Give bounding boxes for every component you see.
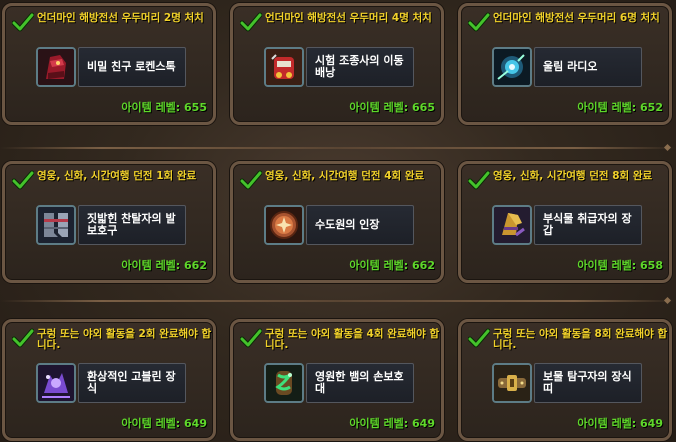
item-name: 울림 라디오 — [543, 60, 598, 73]
checkmark-icon — [468, 170, 490, 190]
item-name: 비밀 친구 로켄스톡 — [87, 60, 176, 73]
row-divider-1 — [0, 147, 676, 149]
requirement-text: 영웅, 신화, 시간여행 던전 1회 완료 — [37, 170, 197, 182]
item-name-box[interactable]: 시험 조종사의 이동 배낭 — [306, 47, 414, 87]
item-name-box[interactable]: 짓밟힌 찬탈자의 발보호구 — [78, 205, 186, 245]
reward-card[interactable]: 영웅, 신화, 시간여행 던전 8회 완료부식물 취급자의 장갑아이템 레벨: … — [458, 161, 672, 283]
item-name: 짓밟힌 찬탈자의 발보호구 — [87, 212, 176, 237]
item-name-box[interactable]: 보물 탐구자의 장식띠 — [534, 363, 642, 403]
reward-card[interactable]: 구렁 또는 야외 활동을 2회 완료해야 합니다. 환상적인 고블린 장식아이템 … — [2, 319, 216, 441]
item-name: 환상적인 고블린 장식 — [87, 370, 176, 395]
serpent-bracer-icon[interactable] — [264, 363, 304, 403]
item-name-box[interactable]: 비밀 친구 로켄스톡 — [78, 47, 186, 87]
treasure-belt-icon[interactable] — [492, 363, 532, 403]
requirement-text: 구렁 또는 야외 활동을 8회 완료해야 합니다. — [493, 328, 668, 351]
goblin-trinket-icon[interactable] — [36, 363, 76, 403]
item-name: 보물 탐구자의 장식띠 — [543, 370, 632, 395]
checkmark-icon — [12, 12, 34, 32]
checkmark-icon — [240, 328, 262, 348]
corroded-gloves-icon[interactable] — [492, 205, 532, 245]
crimson-gauntlet-icon[interactable] — [36, 47, 76, 87]
item-level: 아이템 레벨: 649 — [349, 417, 435, 430]
item-name: 시험 조종사의 이동 배낭 — [315, 54, 404, 79]
checkmark-icon — [240, 12, 262, 32]
item-level: 아이템 레벨: 665 — [349, 101, 435, 114]
item-name-box[interactable]: 영원한 뱀의 손보호대 — [306, 363, 414, 403]
requirement-text: 언더마인 해방전선 우두머리 4명 처치 — [265, 12, 432, 24]
row-divider-2 — [0, 300, 676, 302]
item-name-box[interactable]: 부식물 취급자의 장갑 — [534, 205, 642, 245]
abbey-seal-icon[interactable] — [264, 205, 304, 245]
item-level: 아이템 레벨: 658 — [577, 259, 663, 272]
item-level: 아이템 레벨: 655 — [121, 101, 207, 114]
requirement-text: 언더마인 해방전선 우두머리 2명 처치 — [37, 12, 204, 24]
item-level: 아이템 레벨: 652 — [577, 101, 663, 114]
reward-card[interactable]: 언더마인 해방전선 우두머리 6명 처치울림 라디오아이템 레벨: 652 — [458, 3, 672, 125]
checkmark-icon — [240, 170, 262, 190]
checkmark-icon — [468, 328, 490, 348]
item-name-box[interactable]: 환상적인 고블린 장식 — [78, 363, 186, 403]
item-level: 아이템 레벨: 649 — [121, 417, 207, 430]
item-level: 아이템 레벨: 662 — [121, 259, 207, 272]
item-name-box[interactable]: 수도원의 인장 — [306, 205, 414, 245]
requirement-text: 영웅, 신화, 시간여행 던전 8회 완료 — [493, 170, 653, 182]
rocket-pack-icon[interactable] — [264, 47, 304, 87]
item-name: 부식물 취급자의 장갑 — [543, 212, 632, 237]
reward-card[interactable]: 구렁 또는 야외 활동을 8회 완료해야 합니다. 보물 탐구자의 장식띠아이템 … — [458, 319, 672, 441]
requirement-text: 영웅, 신화, 시간여행 던전 4회 완료 — [265, 170, 425, 182]
radio-device-icon[interactable] — [492, 47, 532, 87]
reward-card[interactable]: 구렁 또는 야외 활동을 4회 완료해야 합니다. 영원한 뱀의 손보호대아이템 … — [230, 319, 444, 441]
reward-card[interactable]: 영웅, 신화, 시간여행 던전 1회 완료짓밟힌 찬탈자의 발보호구아이템 레벨… — [2, 161, 216, 283]
reward-card[interactable]: 언더마인 해방전선 우두머리 4명 처치시험 조종사의 이동 배낭아이템 레벨:… — [230, 3, 444, 125]
reward-card[interactable]: 언더마인 해방전선 우두머리 2명 처치비밀 친구 로켄스톡아이템 레벨: 65… — [2, 3, 216, 125]
item-name-box[interactable]: 울림 라디오 — [534, 47, 642, 87]
item-level: 아이템 레벨: 662 — [349, 259, 435, 272]
checkmark-icon — [12, 170, 34, 190]
item-name: 영원한 뱀의 손보호대 — [315, 370, 404, 395]
reward-card[interactable]: 영웅, 신화, 시간여행 던전 4회 완료수도원의 인장아이템 레벨: 662 — [230, 161, 444, 283]
item-name: 수도원의 인장 — [315, 218, 380, 231]
armored-boots-icon[interactable] — [36, 205, 76, 245]
requirement-text: 구렁 또는 야외 활동을 4회 완료해야 합니다. — [265, 328, 440, 351]
checkmark-icon — [12, 328, 34, 348]
requirement-text: 언더마인 해방전선 우두머리 6명 처치 — [493, 12, 660, 24]
item-level: 아이템 레벨: 649 — [577, 417, 663, 430]
checkmark-icon — [468, 12, 490, 32]
requirement-text: 구렁 또는 야외 활동을 2회 완료해야 합니다. — [37, 328, 212, 351]
